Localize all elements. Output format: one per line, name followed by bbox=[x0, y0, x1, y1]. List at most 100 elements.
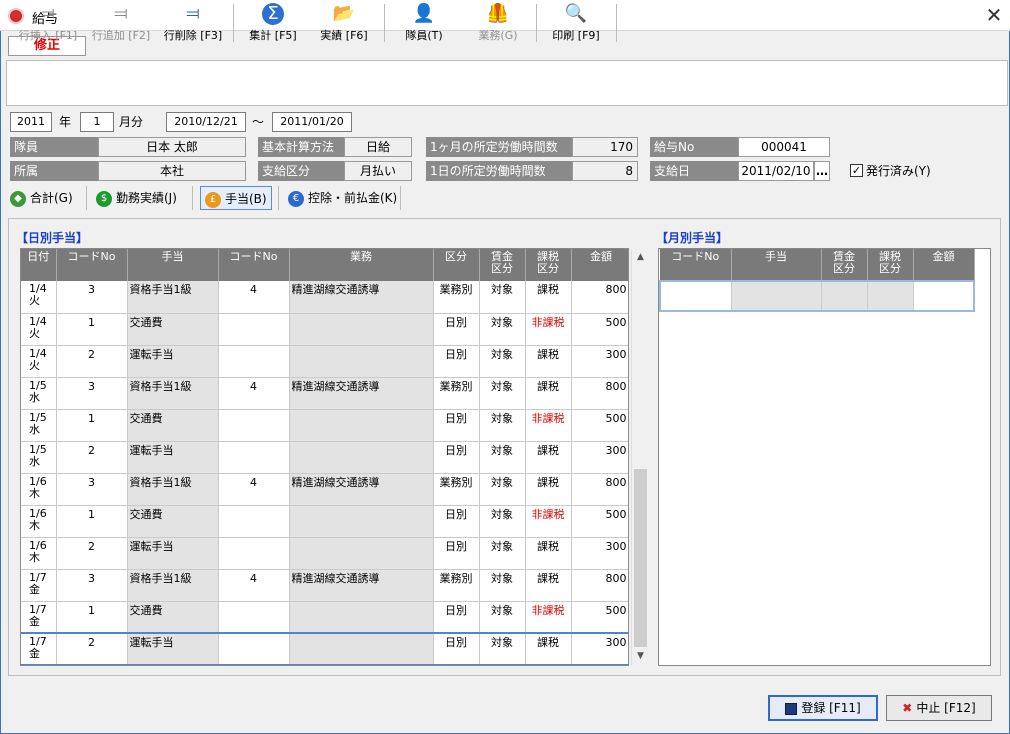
cell-job-code[interactable] bbox=[218, 505, 290, 538]
monthly-new-row[interactable] bbox=[659, 280, 975, 312]
cell-code[interactable]: 2 bbox=[56, 441, 128, 474]
pay-date-picker-button[interactable]: … bbox=[814, 161, 830, 181]
cell-job[interactable]: 精進湖線交通誘導 bbox=[289, 473, 434, 506]
scroll-thumb[interactable] bbox=[634, 469, 647, 647]
cell-code[interactable]: 3 bbox=[56, 569, 128, 602]
cell-date[interactable]: 1/5 水 bbox=[21, 377, 57, 410]
daily-grid-scrollbar[interactable]: ▲ ▼ bbox=[631, 249, 648, 665]
col-date[interactable]: 日付 bbox=[21, 249, 57, 281]
cell-tax[interactable]: 非課税 bbox=[525, 409, 572, 442]
cell-job[interactable] bbox=[289, 345, 434, 378]
dept-field[interactable]: 本社 bbox=[98, 161, 246, 181]
cell-code[interactable]: 3 bbox=[56, 281, 128, 314]
daily-hours-field[interactable]: 8 bbox=[572, 161, 638, 181]
cell-amount[interactable]: 800 bbox=[571, 569, 628, 602]
table-row[interactable]: 1/4 火 3 資格手当1級 4 精進湖線交通誘導 業務別 対象 課税 800 bbox=[21, 281, 628, 314]
tab-total[interactable]: ◆ 合計(G) bbox=[10, 186, 73, 210]
cell-allowance[interactable]: 資格手当1級 bbox=[127, 569, 219, 602]
cell-job[interactable]: 精進湖線交通誘導 bbox=[289, 281, 434, 314]
cell-date[interactable]: 1/4 火 bbox=[21, 313, 57, 346]
cell-wage[interactable] bbox=[821, 280, 868, 312]
cell-tax[interactable]: 課税 bbox=[525, 441, 572, 474]
cell-date[interactable]: 1/6 木 bbox=[21, 473, 57, 506]
cell-tax[interactable]: 課税 bbox=[525, 281, 572, 314]
cell-job[interactable] bbox=[289, 313, 434, 346]
table-row[interactable]: 1/7 金 3 資格手当1級 4 精進湖線交通誘導 業務別 対象 課税 800 bbox=[21, 569, 628, 602]
cell-wage[interactable]: 対象 bbox=[479, 632, 526, 665]
cell-job-code[interactable] bbox=[218, 313, 290, 346]
cell-code[interactable]: 1 bbox=[56, 313, 128, 346]
cell-code[interactable]: 3 bbox=[56, 473, 128, 506]
col-kubun[interactable]: 区分 bbox=[433, 249, 480, 281]
cell-wage[interactable]: 対象 bbox=[479, 409, 526, 442]
cell-kubun[interactable]: 業務別 bbox=[433, 377, 480, 410]
cell-wage[interactable]: 対象 bbox=[479, 601, 526, 634]
cell-tax[interactable]: 課税 bbox=[525, 345, 572, 378]
cell-amount[interactable]: 500 bbox=[571, 601, 628, 634]
cell-code[interactable]: 1 bbox=[56, 505, 128, 538]
period-from-field[interactable]: 2010/12/21 bbox=[166, 112, 246, 132]
row-delete-button[interactable]: ⫤ 行削除 [F3] bbox=[158, 2, 228, 44]
cell-wage[interactable]: 対象 bbox=[479, 505, 526, 538]
cell-allowance[interactable] bbox=[731, 280, 822, 312]
member-field[interactable]: 日本 太郎 bbox=[98, 137, 246, 157]
cell-job-code[interactable] bbox=[218, 345, 290, 378]
cell-job-code[interactable]: 4 bbox=[218, 281, 290, 314]
cell-wage[interactable]: 対象 bbox=[479, 345, 526, 378]
pay-type-field[interactable]: 月払い bbox=[344, 161, 412, 181]
cell-date[interactable]: 1/6 木 bbox=[21, 505, 57, 538]
cell-date[interactable]: 1/4 火 bbox=[21, 345, 57, 378]
cell-amount[interactable]: 500 bbox=[571, 409, 628, 442]
scroll-up-icon[interactable]: ▲ bbox=[632, 249, 649, 266]
col-code[interactable]: コードNo bbox=[56, 249, 128, 281]
cell-amount[interactable]: 800 bbox=[571, 473, 628, 506]
col-code[interactable]: コードNo bbox=[660, 249, 732, 281]
tab-deduction[interactable]: € 控除・前払金(K) bbox=[288, 186, 397, 210]
cell-code[interactable]: 1 bbox=[56, 409, 128, 442]
cell-kubun[interactable]: 業務別 bbox=[433, 569, 480, 602]
save-button[interactable]: 登録 [F11] bbox=[768, 695, 878, 721]
cell-job-code[interactable] bbox=[218, 601, 290, 634]
cell-job-code[interactable] bbox=[218, 632, 290, 665]
pay-no-field[interactable]: 000041 bbox=[738, 137, 830, 157]
col-allowance[interactable]: 手当 bbox=[127, 249, 219, 281]
results-button[interactable]: 📂 実績 [F6] bbox=[312, 2, 376, 44]
cell-date[interactable]: 1/5 水 bbox=[21, 441, 57, 474]
cell-job[interactable] bbox=[289, 537, 434, 570]
cell-amount[interactable]: 300 bbox=[571, 345, 628, 378]
row-insert-button[interactable]: ⫤ 行挿入 [F1] bbox=[14, 2, 82, 44]
cell-amount[interactable]: 500 bbox=[571, 505, 628, 538]
cell-code[interactable]: 2 bbox=[56, 345, 128, 378]
cell-tax[interactable]: 非課税 bbox=[525, 601, 572, 634]
cell-amount[interactable]: 300 bbox=[571, 441, 628, 474]
tab-work-results[interactable]: $ 勤務実績(J) bbox=[96, 186, 177, 210]
cell-allowance[interactable]: 資格手当1級 bbox=[127, 377, 219, 410]
cell-wage[interactable]: 対象 bbox=[479, 473, 526, 506]
table-row[interactable]: 1/6 木 1 交通費 日別 対象 非課税 500 bbox=[21, 505, 628, 538]
cell-wage[interactable]: 対象 bbox=[479, 569, 526, 602]
cell-tax[interactable]: 課税 bbox=[525, 377, 572, 410]
cell-code[interactable]: 3 bbox=[56, 377, 128, 410]
cell-tax[interactable]: 課税 bbox=[525, 632, 572, 665]
cell-code[interactable]: 2 bbox=[56, 632, 128, 665]
summary-button[interactable]: Σ 集計 [F5] bbox=[240, 2, 306, 44]
cell-amount[interactable]: 500 bbox=[571, 313, 628, 346]
cell-wage[interactable]: 対象 bbox=[479, 377, 526, 410]
row-add-button[interactable]: ⫤ 行追加 [F2] bbox=[86, 2, 156, 44]
cell-wage[interactable]: 対象 bbox=[479, 281, 526, 314]
cell-date[interactable]: 1/7 金 bbox=[21, 569, 57, 602]
cell-allowance[interactable]: 交通費 bbox=[127, 601, 219, 634]
cell-job[interactable] bbox=[289, 632, 434, 665]
print-button[interactable]: 🔍 印刷 [F9] bbox=[544, 2, 608, 44]
col-tax-kubun[interactable]: 課税区分 bbox=[867, 249, 914, 281]
cell-allowance[interactable]: 運転手当 bbox=[127, 345, 219, 378]
cell-job-code[interactable] bbox=[218, 441, 290, 474]
cell-date[interactable]: 1/7 金 bbox=[21, 601, 57, 634]
cancel-button[interactable]: ✖ 中止 [F12] bbox=[886, 695, 992, 721]
period-to-field[interactable]: 2011/01/20 bbox=[272, 112, 352, 132]
pay-date-field[interactable]: 2011/02/10 bbox=[738, 161, 814, 181]
tab-allowance[interactable]: £ 手当(B) bbox=[200, 186, 272, 210]
cell-job[interactable]: 精進湖線交通誘導 bbox=[289, 569, 434, 602]
cell-tax[interactable]: 非課税 bbox=[525, 505, 572, 538]
cell-kubun[interactable]: 業務別 bbox=[433, 473, 480, 506]
